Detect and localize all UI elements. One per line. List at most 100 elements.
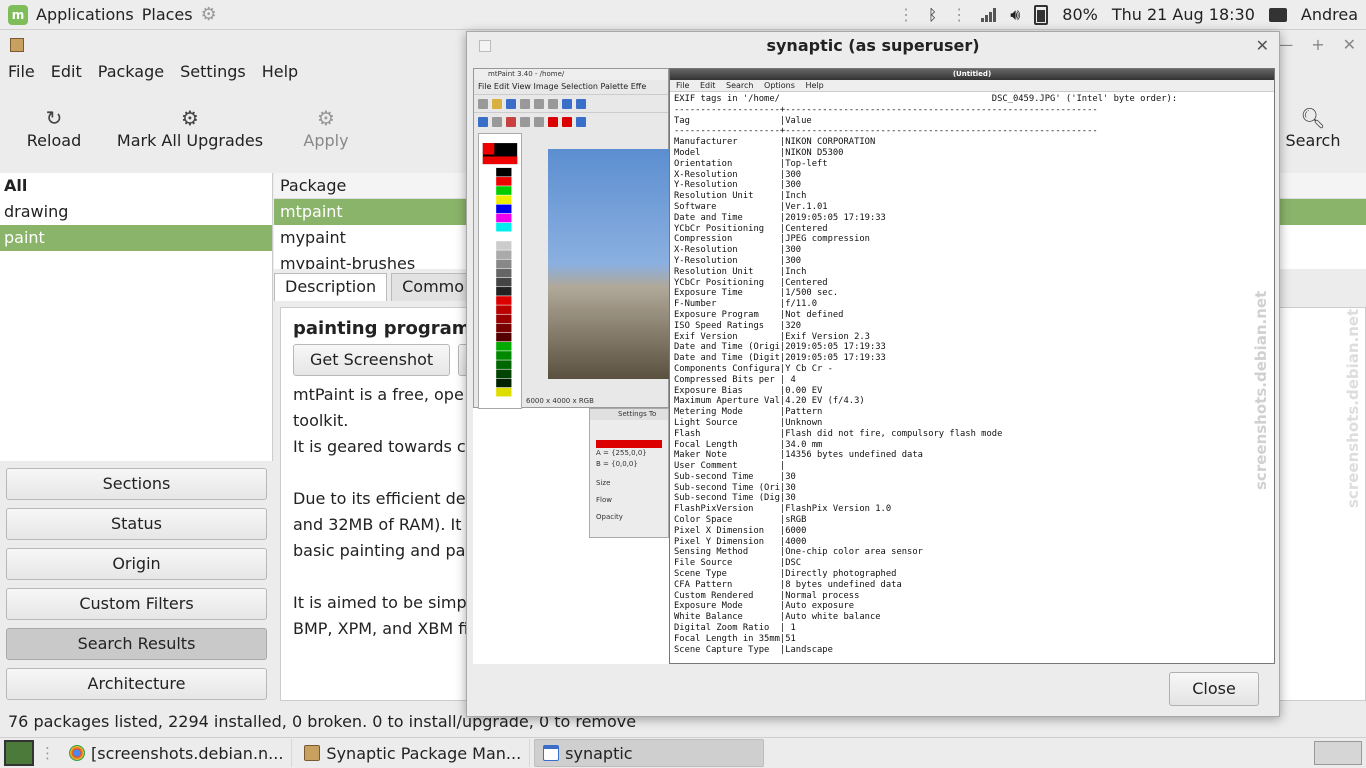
- watermark: screenshots.debian.net: [1252, 290, 1270, 490]
- flood-icon: [548, 116, 558, 127]
- image-canvas: [548, 149, 670, 379]
- mtpaint-window: mtPaint 3.40 - /home/ File Edit View Ima…: [473, 68, 670, 409]
- palette-swatch: [496, 277, 512, 287]
- mtpaint-toolbar: [474, 94, 668, 112]
- screenshot-dialog: synaptic (as superuser) ✕ mtPaint 3.40 -…: [466, 31, 1280, 717]
- mark-all-upgrades-button[interactable]: ⚙ Mark All Upgrades: [112, 105, 268, 150]
- palette-swatch: [496, 342, 512, 351]
- taskbar-item-synaptic-dialog[interactable]: synaptic: [534, 739, 765, 767]
- color-b-value: B = {0,0,0}: [596, 460, 638, 468]
- cut-icon: [520, 98, 530, 109]
- window-icon: [543, 745, 560, 761]
- clock[interactable]: Thu 21 Aug 18:30: [1112, 5, 1255, 24]
- exif-window-title: (Untitled): [670, 69, 1274, 80]
- taskbar-item-browser[interactable]: [screenshots.debian.n...: [61, 739, 293, 767]
- search-results-button[interactable]: Search Results: [6, 628, 267, 660]
- mint-menu-icon[interactable]: m: [8, 4, 28, 25]
- palette-swatch: [496, 378, 512, 388]
- applications-menu[interactable]: Applications: [36, 5, 134, 24]
- system-tray: ⋮ ᛒ ⋮ 🔊︎ 80% Thu 21 Aug 18:30 Andrea: [898, 4, 1366, 25]
- places-menu[interactable]: Places: [142, 5, 193, 24]
- custom-filters-button[interactable]: Custom Filters: [6, 588, 267, 620]
- filter-category-buttons: Sections Status Origin Custom Filters Se…: [6, 468, 267, 708]
- top-panel: m Applications Places ⚙ ⋮ ᛒ ⋮ 🔊︎ 80% Thu…: [0, 0, 1366, 30]
- settings-gear-icon[interactable]: ⚙: [201, 4, 217, 25]
- palette-swatch: [496, 296, 512, 305]
- reload-icon: ↻: [45, 106, 63, 130]
- menu-settings[interactable]: Settings: [172, 62, 254, 86]
- workspace-switcher[interactable]: [1314, 741, 1362, 765]
- flow-label: Flow: [596, 496, 612, 504]
- close-button[interactable]: Close: [1169, 672, 1259, 706]
- dialog-app-icon: [479, 40, 491, 52]
- filter-list: All drawing paint: [0, 173, 273, 461]
- taskbar-item-label: synaptic: [565, 743, 633, 763]
- menu-help[interactable]: Help: [254, 62, 306, 86]
- tab-common[interactable]: Commo: [391, 273, 476, 301]
- taskbar-item-label: [screenshots.debian.n...: [91, 743, 284, 763]
- user-monitor-icon: [1268, 7, 1287, 22]
- menu-file[interactable]: File: [0, 62, 43, 86]
- exif-menubar: File Edit Search Options Help: [670, 80, 1274, 92]
- taskbar-item-synaptic[interactable]: Synaptic Package Man...: [296, 739, 531, 767]
- apply-button[interactable]: ⚙ Apply: [298, 105, 354, 150]
- pick-icon: [562, 116, 572, 127]
- mark-all-upgrades-label: Mark All Upgrades: [116, 131, 264, 150]
- search-label: Search: [1285, 131, 1341, 150]
- architecture-button[interactable]: Architecture: [6, 668, 267, 700]
- tab-description[interactable]: Description: [274, 273, 388, 301]
- palette-swatch: [496, 213, 512, 223]
- sections-button[interactable]: Sections: [6, 468, 267, 500]
- save-icon: [506, 98, 516, 109]
- exif-menu-help: Help: [805, 81, 824, 90]
- show-desktop-icon[interactable]: [4, 740, 34, 766]
- palette-swatch: [496, 332, 512, 342]
- filter-item-all[interactable]: All: [0, 173, 272, 199]
- bluetooth-icon[interactable]: ᛒ: [928, 6, 937, 24]
- pencil-icon: [478, 116, 488, 127]
- size-label: Size: [596, 479, 611, 487]
- select-icon: [492, 116, 502, 127]
- settings-title: Settings To: [590, 409, 668, 420]
- get-screenshot-button[interactable]: Get Screenshot: [293, 344, 451, 376]
- origin-button[interactable]: Origin: [6, 548, 267, 580]
- volume-icon[interactable]: 🔊︎: [1010, 5, 1020, 25]
- menu-edit[interactable]: Edit: [43, 62, 90, 86]
- battery-percent: 80%: [1062, 5, 1098, 24]
- paste-icon: [548, 98, 558, 109]
- user-name[interactable]: Andrea: [1301, 5, 1358, 24]
- exif-menu-file: File: [676, 81, 690, 90]
- color-a-value: A = {255,0,0}: [596, 449, 647, 457]
- chrome-icon: [69, 745, 85, 761]
- open-folder-icon: [492, 98, 502, 109]
- palette-swatch: [496, 259, 512, 269]
- window-controls: — + ✕: [1277, 35, 1356, 54]
- palette-swatch: [496, 360, 512, 369]
- reload-button[interactable]: ↻ Reload: [24, 105, 84, 150]
- battery-icon[interactable]: [1034, 4, 1049, 25]
- synaptic-menubar: File Edit Package Settings Help: [0, 62, 306, 86]
- status-button[interactable]: Status: [6, 508, 267, 540]
- maximize-icon[interactable]: +: [1311, 35, 1324, 54]
- copy-icon: [534, 98, 544, 109]
- gear-icon: ⚙: [181, 106, 199, 130]
- new-file-icon: [478, 98, 488, 109]
- watermark: screenshots.debian.net: [1344, 308, 1362, 508]
- close-icon[interactable]: ✕: [1343, 35, 1356, 54]
- fill-icon: [534, 116, 544, 127]
- mtpaint-tools: [474, 112, 668, 130]
- palette-swatch: [496, 232, 512, 241]
- taskbar-item-label: Synaptic Package Man...: [326, 743, 522, 763]
- filter-item-drawing[interactable]: drawing: [0, 199, 272, 225]
- gradient-icon: [576, 116, 586, 127]
- close-icon[interactable]: ✕: [1256, 32, 1269, 60]
- menu-package[interactable]: Package: [90, 62, 172, 86]
- network-signal-icon[interactable]: [981, 7, 997, 22]
- apply-gear-icon: ⚙: [317, 106, 335, 130]
- palette-swatch: [496, 167, 512, 177]
- search-button[interactable]: 🔍︎ Search: [1280, 105, 1346, 150]
- taskbar: ⋮ [screenshots.debian.n... Synaptic Pack…: [0, 737, 1366, 768]
- filter-item-paint[interactable]: paint: [0, 225, 272, 251]
- palette-swatch: [496, 222, 512, 232]
- exif-menu-edit: Edit: [699, 81, 716, 90]
